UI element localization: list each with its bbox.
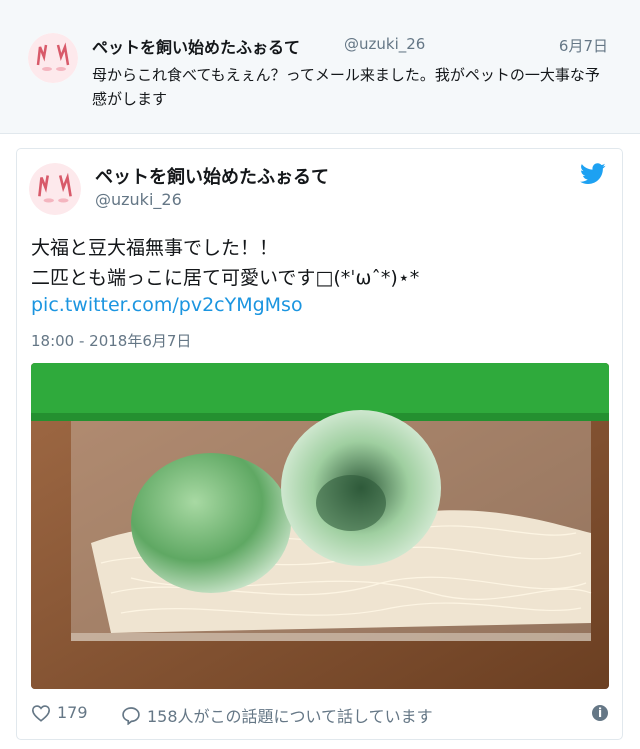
reply-text: 母からこれ食べてもえぇん？ってメール来ました。我がペットの一大事な予感がします: [92, 66, 600, 108]
embedded-tweet: ペットを飼い始めたふぉるて @uzuki_26 大福と豆大福無事でした！！ 二匹…: [16, 148, 623, 740]
author-handle[interactable]: @uzuki_26: [95, 190, 182, 209]
reply-action[interactable]: 158人がこの話題について話しています: [121, 703, 433, 727]
heart-icon: [31, 704, 51, 722]
reply-count-text: 158人がこの話題について話しています: [147, 707, 433, 726]
info-icon[interactable]: i: [592, 705, 608, 721]
avatar-icon[interactable]: [28, 33, 78, 83]
like-action[interactable]: 179: [31, 703, 88, 722]
tweet-text-line-2: 二匹とも端っこに居て可愛いです□(*ˈωˆ*)⋆*: [31, 267, 420, 289]
reply-tweet: ペットを飼い始めたふぉるて @uzuki_26 6月7日 母からこれ食べてもえぇ…: [0, 0, 640, 134]
avatar-icon[interactable]: [29, 163, 81, 215]
like-count: 179: [57, 703, 88, 722]
reply-icon: [122, 706, 140, 725]
author-name[interactable]: ペットを飼い始めたふぉるて: [92, 34, 300, 58]
tweet-text: 大福と豆大福無事でした！！ 二匹とも端っこに居て可愛いです□(*ˈωˆ*)⋆*: [31, 233, 419, 293]
author-handle[interactable]: @uzuki_26: [344, 35, 425, 53]
author-name[interactable]: ペットを飼い始めたふぉるて: [95, 163, 329, 189]
tweet-text-line-1: 大福と豆大福無事でした！！: [31, 237, 279, 259]
twitter-bird-icon[interactable]: [580, 163, 606, 185]
tweet-photo-link[interactable]: pic.twitter.com/pv2cYMgMso: [31, 294, 303, 316]
tweet-timestamp[interactable]: 18:00 - 2018年6月7日: [31, 330, 191, 351]
reply-date[interactable]: 6月7日: [559, 35, 608, 56]
tweet-photo[interactable]: [31, 363, 609, 689]
